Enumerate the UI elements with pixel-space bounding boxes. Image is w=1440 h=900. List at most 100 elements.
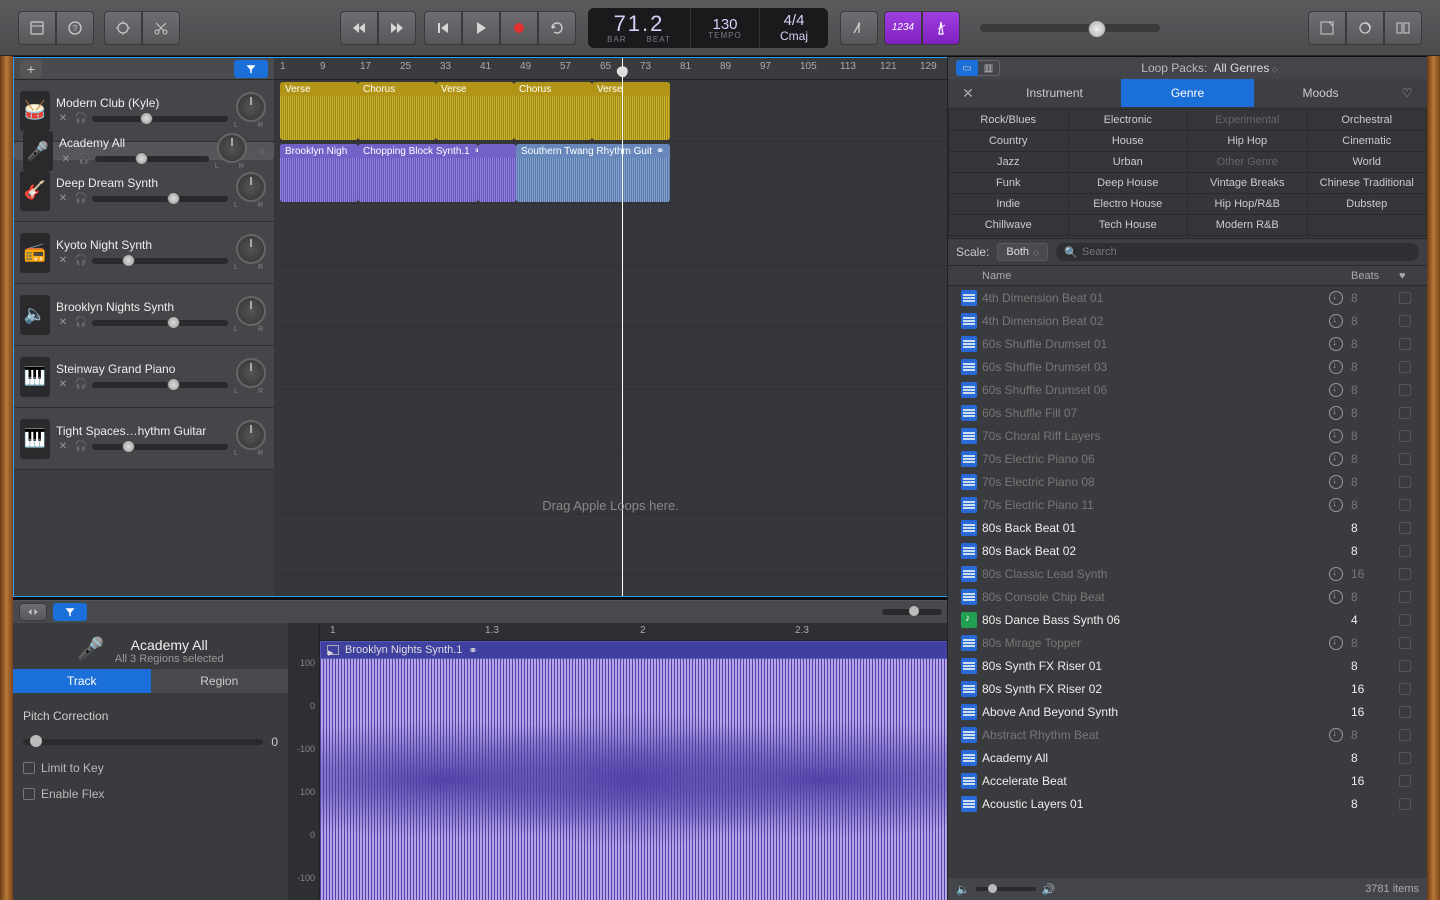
loop-row[interactable]: 60s Shuffle Drumset 03 8 — [948, 355, 1427, 378]
bar-ruler[interactable]: 191725334149576573818997105113121129 — [274, 58, 947, 80]
audio-region[interactable]: Brooklyn Nigh — [280, 144, 358, 202]
loop-row[interactable]: 70s Choral Riff Layers 8 — [948, 424, 1427, 447]
loop-row[interactable]: Accelerate Beat 16 — [948, 769, 1427, 792]
audio-region[interactable]: Verse — [592, 82, 670, 140]
media-browser-button[interactable] — [1384, 11, 1422, 45]
play-region-icon[interactable]: ▸ — [327, 645, 339, 655]
loop-row[interactable]: Abstract Rhythm Beat 8 — [948, 723, 1427, 746]
loop-row[interactable]: 80s Classic Lead Synth 16 — [948, 562, 1427, 585]
loop-row[interactable]: Above And Beyond Synth 16 — [948, 700, 1427, 723]
download-icon[interactable] — [1329, 475, 1343, 489]
loop-row[interactable]: 4th Dimension Beat 02 8 — [948, 309, 1427, 332]
scale-dropdown[interactable]: Both — [997, 243, 1048, 261]
favorite-checkbox[interactable] — [1399, 292, 1411, 304]
headphone-button[interactable]: 🎧 — [77, 152, 91, 166]
timeline[interactable]: 191725334149576573818997105113121129 Ver… — [274, 58, 947, 596]
audio-region[interactable]: Southern Twang Rhythm Guit ⚭ — [516, 144, 670, 202]
download-icon[interactable] — [1329, 406, 1343, 420]
pan-knob[interactable] — [236, 420, 266, 450]
headphone-button[interactable]: 🎧 — [74, 192, 88, 206]
genre-tag[interactable]: Deep House — [1068, 173, 1188, 194]
mute-button[interactable]: ✕ — [56, 378, 70, 392]
download-icon[interactable] — [1329, 337, 1343, 351]
audio-region[interactable]: Verse — [280, 82, 358, 140]
genre-tag[interactable]: Vintage Breaks — [1188, 173, 1308, 194]
favorite-checkbox[interactable] — [1399, 706, 1411, 718]
genre-tag[interactable]: Modern R&B — [1188, 215, 1308, 236]
mute-button[interactable]: ✕ — [56, 316, 70, 330]
editor-region-header[interactable]: ▸ Brooklyn Nights Synth.1 ⚭ — [320, 641, 948, 659]
genre-tag[interactable]: Experimental — [1188, 110, 1308, 131]
headphone-button[interactable]: 🎧 — [74, 378, 88, 392]
loop-view-button-grid[interactable]: ▭ — [956, 60, 978, 76]
col-name[interactable]: Name — [982, 270, 1321, 282]
limit-to-key-checkbox[interactable]: Limit to Key — [23, 761, 278, 775]
track-volume-slider[interactable] — [95, 156, 209, 162]
headphone-button[interactable]: 🎧 — [74, 316, 88, 330]
track-volume-slider[interactable] — [92, 444, 228, 450]
favorite-checkbox[interactable] — [1399, 614, 1411, 626]
play-button[interactable] — [462, 11, 500, 45]
editor-ruler[interactable]: 11.322.3 — [320, 623, 948, 641]
loop-row[interactable]: 60s Shuffle Fill 07 8 — [948, 401, 1427, 424]
track-volume-slider[interactable] — [92, 116, 228, 122]
genre-tag[interactable]: Electro House — [1068, 194, 1188, 215]
download-icon[interactable] — [1329, 590, 1343, 604]
track-filter-button[interactable] — [234, 60, 268, 78]
track-volume-slider[interactable] — [92, 320, 228, 326]
pan-knob[interactable] — [217, 133, 247, 163]
col-beats[interactable]: Beats — [1351, 270, 1399, 282]
genre-tag[interactable]: Funk — [949, 173, 1069, 194]
library-button[interactable] — [18, 11, 56, 45]
loop-row[interactable]: Academy All 8 — [948, 746, 1427, 769]
favorite-checkbox[interactable] — [1399, 798, 1411, 810]
mute-button[interactable]: ✕ — [56, 112, 70, 126]
genre-tag[interactable]: Hip Hop/R&B — [1188, 194, 1308, 215]
track-volume-slider[interactable] — [92, 196, 228, 202]
pan-knob[interactable] — [236, 296, 266, 326]
download-icon[interactable] — [1329, 452, 1343, 466]
pan-knob[interactable] — [236, 234, 266, 264]
loop-close-button[interactable]: ✕ — [948, 85, 988, 102]
favorite-checkbox[interactable] — [1399, 338, 1411, 350]
favorite-checkbox[interactable] — [1399, 430, 1411, 442]
record-button[interactable] — [500, 11, 538, 45]
rewind-button[interactable] — [340, 11, 378, 45]
genre-tag[interactable]: Indie — [949, 194, 1069, 215]
download-icon[interactable] — [1329, 636, 1343, 650]
favorite-checkbox[interactable] — [1399, 729, 1411, 741]
forward-button[interactable] — [378, 11, 416, 45]
tab-region[interactable]: Region — [151, 669, 289, 693]
genre-tag[interactable]: Cinematic — [1307, 131, 1427, 152]
genre-tag[interactable]: Tech House — [1068, 215, 1188, 236]
genre-tag[interactable]: Chinese Traditional — [1307, 173, 1427, 194]
loop-row[interactable]: 60s Shuffle Drumset 06 8 — [948, 378, 1427, 401]
favorite-checkbox[interactable] — [1399, 752, 1411, 764]
audio-region[interactable]: Verse — [436, 82, 514, 140]
loop-row[interactable]: 70s Electric Piano 08 8 — [948, 470, 1427, 493]
genre-tag[interactable]: Dubstep — [1307, 194, 1427, 215]
pan-knob[interactable] — [236, 358, 266, 388]
loop-row[interactable]: 80s Console Chip Beat 8 — [948, 585, 1427, 608]
master-volume-slider[interactable] — [980, 24, 1160, 32]
loop-row[interactable]: 80s Synth FX Riser 01 8 — [948, 654, 1427, 677]
enable-flex-checkbox[interactable]: Enable Flex — [23, 787, 278, 801]
genre-tag[interactable]: Urban — [1068, 152, 1188, 173]
metronome-button[interactable] — [922, 11, 960, 45]
tuner-button[interactable] — [840, 11, 878, 45]
audio-region[interactable]: Chorus — [514, 82, 592, 140]
genre-tag[interactable]: Electronic — [1068, 110, 1188, 131]
genre-tag[interactable]: Jazz — [949, 152, 1069, 173]
loop-browser-button[interactable] — [1346, 11, 1384, 45]
pitch-correction-slider[interactable] — [23, 739, 263, 745]
download-icon[interactable] — [1329, 567, 1343, 581]
playhead[interactable] — [622, 58, 623, 596]
genre-tag[interactable]: Hip Hop — [1188, 131, 1308, 152]
track-volume-slider[interactable] — [92, 258, 228, 264]
favorite-checkbox[interactable] — [1399, 407, 1411, 419]
editor-filter-button[interactable] — [53, 603, 87, 621]
favorite-checkbox[interactable] — [1399, 499, 1411, 511]
headphone-button[interactable]: 🎧 — [74, 440, 88, 454]
download-icon[interactable] — [1329, 429, 1343, 443]
loop-row[interactable]: 70s Electric Piano 06 8 — [948, 447, 1427, 470]
